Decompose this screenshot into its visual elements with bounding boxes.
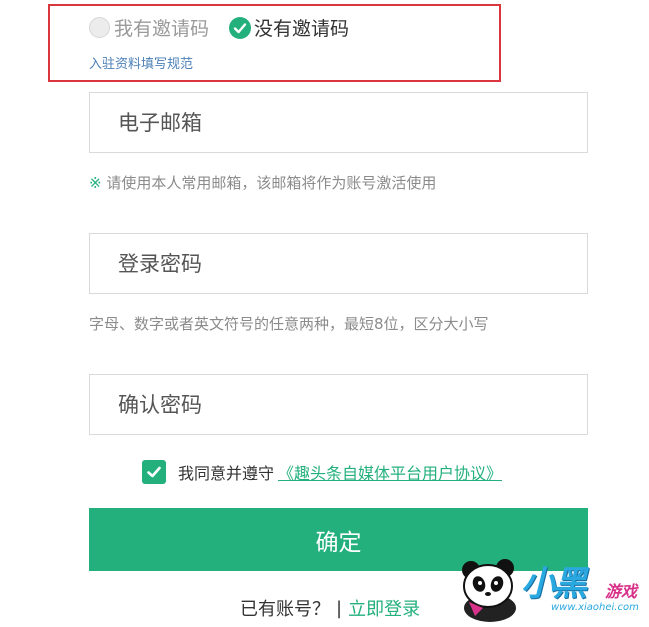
login-prompt-row: 已有账号？ | 立即登录 — [240, 595, 420, 621]
watermark-url: www.xiaohei.com — [551, 602, 639, 613]
password-field[interactable] — [89, 233, 588, 294]
email-field[interactable] — [89, 92, 588, 153]
radio-no-invite-code[interactable]: 没有邀请码 — [229, 14, 349, 41]
agreement-checkbox[interactable] — [142, 460, 166, 484]
watermark-brand: 小黑 — [521, 564, 587, 604]
password-hint: 字母、数字或者英文符号的任意两种，最短8位，区分大小写 — [89, 315, 489, 333]
confirm-password-input[interactable] — [116, 391, 587, 418]
login-separator: | — [336, 597, 343, 619]
invite-code-radio-group: 我有邀请码 没有邀请码 — [89, 14, 369, 41]
panda-mascot-icon — [462, 559, 516, 622]
profile-rules-link[interactable]: 入驻资料填写规范 — [89, 53, 193, 72]
agreement-row: 我同意并遵守 《趣头条自媒体平台用户协议》 — [142, 460, 502, 484]
login-prompt-text: 已有账号？ — [240, 599, 330, 620]
email-input[interactable] — [116, 109, 587, 136]
radio-has-invite-code[interactable]: 我有邀请码 — [89, 14, 209, 41]
watermark-suffix: 游戏 — [605, 582, 638, 601]
agreement-text: 我同意并遵守 — [178, 464, 275, 483]
user-agreement-link[interactable]: 《趣头条自媒体平台用户协议》 — [278, 460, 502, 484]
confirm-password-field[interactable] — [89, 374, 588, 435]
hint-mark-icon: ※ — [89, 174, 102, 192]
email-hint-text: 请使用本人常用邮箱，该邮箱将作为账号激活使用 — [106, 174, 437, 192]
watermark-logo: 小黑 游戏 www.xiaohei.com — [455, 556, 645, 624]
email-hint: ※ 请使用本人常用邮箱，该邮箱将作为账号激活使用 — [89, 172, 436, 193]
radio-no-invite-code-label: 没有邀请码 — [254, 18, 350, 40]
password-input[interactable] — [116, 250, 587, 277]
login-link[interactable]: 立即登录 — [348, 595, 420, 621]
check-icon — [147, 466, 161, 478]
radio-checked-icon[interactable] — [229, 16, 252, 39]
radio-unchecked-icon[interactable] — [89, 17, 110, 38]
radio-has-invite-code-label: 我有邀请码 — [114, 18, 210, 40]
